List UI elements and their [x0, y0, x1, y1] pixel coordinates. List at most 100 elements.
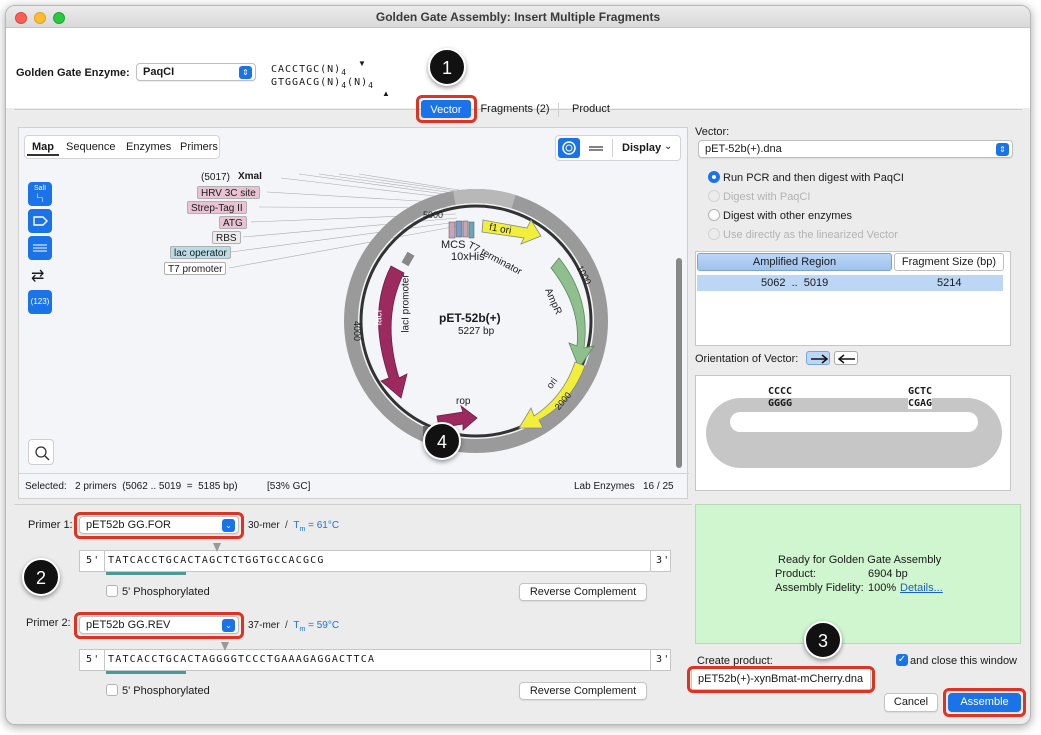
lab-enzymes-label: Lab Enzymes	[574, 481, 635, 492]
primer2-five: 5'	[86, 654, 101, 665]
ready-status: Ready for Golden Gate Assembly	[778, 554, 942, 566]
close-window-label: and close this window	[910, 655, 1018, 667]
radio-digest-paqci-label: Digest with PaqCI	[723, 191, 811, 203]
tab-product[interactable]: Product	[561, 100, 621, 118]
window-title: Golden Gate Assembly: Insert Multiple Fr…	[375, 10, 661, 24]
radio-use-directly-label: Use directly as the linearized Vector	[723, 229, 898, 241]
primer2-five-divider	[104, 650, 105, 670]
tab-fragments[interactable]: Fragments (2)	[474, 100, 556, 118]
vector-file-value: pET-52b(+).dna	[705, 143, 782, 155]
plasmid-size: 5227 bp	[458, 326, 495, 337]
primer2-reverse-complement-button[interactable]: Reverse Complement	[519, 682, 647, 700]
primer2-label: Primer 2:	[26, 617, 71, 629]
site-bottom-tail-sub: 4	[368, 81, 374, 90]
radio-run-pcr-label: Run PCR and then digest with PaqCI	[723, 172, 904, 184]
callout-highlight-assemble	[943, 688, 1026, 717]
arrow-right-icon	[811, 354, 829, 364]
primer1-length: 30-mer	[248, 520, 280, 531]
radio-digest-other-label: Digest with other enzymes	[723, 210, 852, 222]
callout-highlight-primer2	[74, 612, 244, 639]
site-top-sub: 4	[341, 68, 348, 77]
primer1-phos-label: 5' Phosphorylated	[122, 586, 210, 598]
fidelity-label: Assembly Fidelity:	[775, 582, 864, 594]
callout-highlight-primer1	[74, 512, 244, 539]
primer-divider	[14, 504, 692, 505]
table-row[interactable]: 5062 .. 5019 5214	[697, 275, 1003, 291]
overhang-left-bottom: GGGG	[768, 398, 793, 409]
orientation-forward-button[interactable]	[806, 351, 830, 365]
vector-file-select[interactable]: pET-52b(+).dna ⇕	[698, 140, 1013, 158]
selected-value: 2 primers (5062 .. 5019 = 5185 bp)	[75, 481, 238, 492]
callout-badge-4: 4	[423, 422, 461, 460]
product-value: 6904 bp	[868, 568, 908, 580]
enzyme-site-top: CACCTGC(N)4	[271, 64, 347, 77]
primer1-sequence-box[interactable]: 5' TATCACCTGCACTAGCTCTGGTGCCACGCG 3'	[79, 550, 671, 572]
cut-marker-bottom-icon: ▲	[382, 89, 390, 98]
cut-marker-top-icon: ▼	[358, 59, 366, 68]
primer1-label: Primer 1:	[28, 519, 73, 531]
close-window-checkbox[interactable]: ✓	[896, 654, 908, 666]
laci-promoter-feature	[401, 251, 415, 267]
callout-badge-2: 2	[22, 558, 60, 596]
col-header-size[interactable]: Fragment Size (bp)	[894, 253, 1004, 271]
map-label-laci-promoter: lacI promoter	[400, 274, 412, 333]
primer1-phos-checkbox[interactable]	[106, 585, 118, 597]
primer1-five-divider	[104, 551, 105, 571]
primer2-sequence: TATCACCTGCACTAGGGGTCCCTGAAAGAGGACTTCA	[108, 654, 376, 665]
primer1-binding-arrow	[106, 572, 186, 575]
overhang-right-top: GCTC	[908, 386, 933, 397]
enzyme-select[interactable]: PaqCI ⇕	[136, 63, 256, 81]
region-table: Amplified Region Fragment Size (bp) 5062…	[695, 251, 1011, 346]
primer1-sequence: TATCACCTGCACTAGCTCTGGTGCCACGCG	[108, 555, 325, 566]
site-bottom-seq: GTGGACG(N)	[271, 77, 342, 88]
primer1-tm-value: = 61°C	[308, 520, 340, 531]
map-label-laci: lacI	[373, 309, 385, 326]
map-label-4000: 4000	[352, 320, 363, 342]
callout-badge-3: 3	[804, 621, 842, 659]
enzyme-select-value: PaqCI	[143, 66, 175, 78]
mcs-block	[448, 220, 475, 239]
primer2-three: 3'	[656, 654, 671, 665]
plasmid-name: pET-52b(+)	[439, 311, 501, 325]
chevron-updown-icon: ⇕	[239, 66, 252, 79]
tab-fragments-label: Fragments (2)	[480, 103, 550, 115]
orientation-label: Orientation of Vector:	[695, 353, 799, 365]
primer2-binding-arrow	[106, 671, 186, 674]
cancel-button[interactable]: Cancel	[884, 693, 938, 712]
gc-content: [53% GC]	[267, 481, 311, 492]
radio-run-pcr[interactable]	[708, 171, 720, 183]
col-header-region[interactable]: Amplified Region	[697, 253, 892, 271]
primer1-tm: / Tm = 61°C	[285, 520, 340, 533]
map-label-mcs: MCS	[441, 239, 466, 251]
details-link[interactable]: Details...	[900, 582, 943, 594]
title-bar: Golden Gate Assembly: Insert Multiple Fr…	[6, 6, 1030, 28]
map-panel: Map Sequence Enzymes Primers Display ⌄ S…	[18, 127, 689, 499]
product-label: Product:	[775, 568, 816, 580]
callout-highlight-vector-tab	[416, 95, 477, 123]
callout-highlight-filename	[687, 666, 875, 693]
row-size: 5214	[937, 277, 962, 289]
primer1-five: 5'	[86, 555, 101, 566]
map-label-rop: rop	[456, 396, 471, 407]
overhang-right-bottom: CGAG	[908, 398, 933, 409]
linear-vector-shape	[706, 398, 1002, 468]
radio-digest-other[interactable]	[708, 209, 720, 221]
primer1-three-divider	[650, 551, 651, 571]
enzyme-count: 16 / 25	[643, 481, 674, 492]
radio-use-directly	[708, 228, 720, 240]
map-label-5000: 5000	[423, 210, 444, 220]
enzyme-label: Golden Gate Enzyme:	[16, 67, 130, 79]
arrow-left-icon	[837, 354, 855, 364]
callout-badge-1: 1	[428, 48, 466, 86]
plasmid-map[interactable]	[19, 128, 689, 478]
primer2-phos-checkbox[interactable]	[106, 684, 118, 696]
enzyme-site-bottom: GTGGACG(N)4(N)4	[271, 77, 374, 90]
primer1-reverse-complement-button[interactable]: Reverse Complement	[519, 583, 647, 601]
tab-divider	[558, 103, 559, 117]
primer2-sequence-box[interactable]: 5' TATCACCTGCACTAGGGGTCCCTGAAAGAGGACTTCA…	[79, 649, 671, 671]
orientation-reverse-button[interactable]	[834, 351, 858, 365]
leader-lines	[228, 173, 466, 269]
primer2-three-divider	[650, 650, 651, 670]
row-region: 5062 .. 5019	[761, 277, 829, 289]
fidelity-value: 100%	[868, 582, 897, 594]
